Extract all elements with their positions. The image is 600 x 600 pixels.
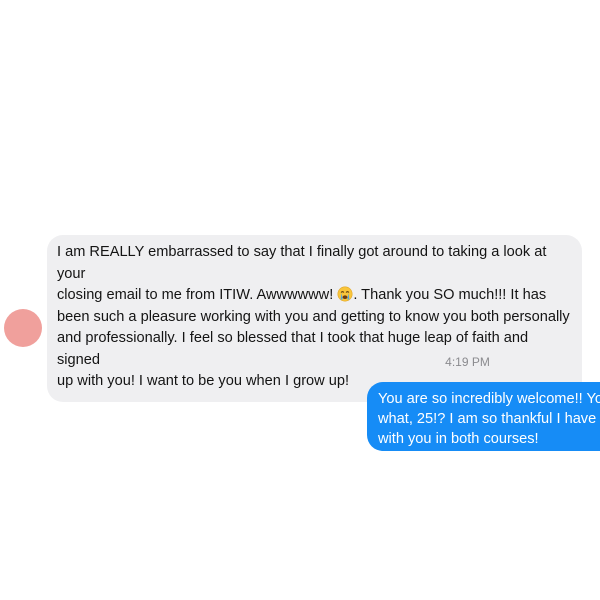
incoming-message-bubble[interactable]: I am REALLY embarrassed to say that I fi…: [47, 235, 582, 402]
outgoing-message-text: You are so incredibly welcome!! You what…: [378, 391, 600, 447]
message-thread: I am REALLY embarrassed to say that I fi…: [0, 0, 600, 600]
contact-avatar[interactable]: [4, 309, 42, 347]
message-timestamp: 4:19 PM: [445, 355, 490, 369]
crying-face-emoji-icon: [337, 286, 353, 302]
outgoing-message-bubble[interactable]: You are so incredibly welcome!! You what…: [367, 382, 600, 451]
